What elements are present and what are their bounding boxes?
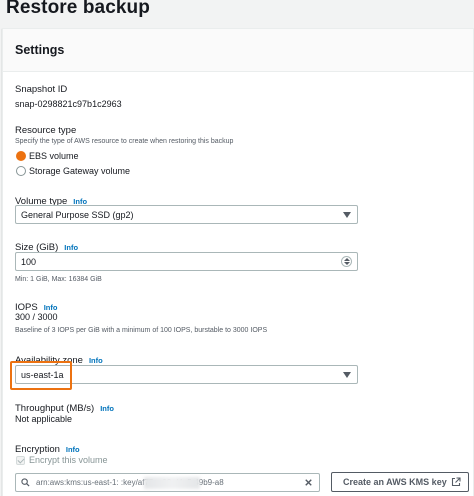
search-icon	[21, 478, 30, 487]
throughput-info-link[interactable]: Info	[100, 404, 114, 413]
settings-panel-header: Settings	[3, 29, 473, 72]
radio-ebs-volume[interactable]	[16, 151, 26, 161]
availability-zone-highlight	[10, 361, 72, 390]
redacted-account-id	[144, 477, 200, 489]
size-info-link[interactable]: Info	[64, 243, 78, 252]
chevron-down-icon	[343, 372, 351, 378]
size-input-value: 100	[21, 257, 37, 267]
encryption-label: Encryption	[15, 444, 60, 455]
iops-info-link[interactable]: Info	[44, 303, 58, 312]
radio-storage-gateway-volume[interactable]	[16, 166, 26, 176]
volume-type-selected-value: General Purpose SSD (gp2)	[21, 210, 134, 220]
size-input[interactable]: 100	[15, 252, 358, 271]
create-kms-key-button-label: Create an AWS KMS key	[343, 477, 447, 487]
create-kms-key-button[interactable]: Create an AWS KMS key	[331, 472, 469, 492]
resource-type-label: Resource type	[15, 125, 77, 136]
snapshot-id-value: snap-0298821c97b1c2963	[15, 99, 122, 109]
encryption-info-link[interactable]: Info	[66, 445, 80, 454]
external-link-icon	[451, 477, 461, 487]
chevron-down-icon	[343, 212, 351, 218]
resource-type-description: Specify the type of AWS resource to crea…	[15, 138, 234, 145]
radio-storage-gateway-volume-label[interactable]: Storage Gateway volume	[29, 166, 130, 176]
size-constraint-text: Min: 1 GiB, Max: 16384 GiB	[15, 276, 102, 283]
stepper-icon[interactable]	[341, 256, 352, 267]
iops-value: 300 / 3000	[15, 312, 58, 322]
close-icon[interactable]	[303, 477, 314, 488]
encrypt-volume-checkbox[interactable]	[16, 456, 25, 465]
snapshot-id-label: Snapshot ID	[15, 84, 68, 95]
radio-ebs-volume-label[interactable]: EBS volume	[29, 151, 79, 161]
throughput-label: Throughput (MB/s)	[15, 403, 95, 414]
iops-description: Baseline of 3 IOPS per GiB with a minimu…	[15, 327, 268, 334]
kms-key-input[interactable]: arn:aws:kms:us-east-1: :key/af75ae02-d4a…	[15, 473, 320, 492]
settings-title: Settings	[15, 43, 65, 57]
volume-type-select[interactable]: General Purpose SSD (gp2)	[15, 205, 358, 224]
encrypt-volume-label: Encrypt this volume	[29, 455, 108, 465]
page-title: Restore backup	[6, 0, 150, 18]
availability-zone-info-link[interactable]: Info	[89, 356, 103, 365]
throughput-value: Not applicable	[15, 414, 73, 424]
